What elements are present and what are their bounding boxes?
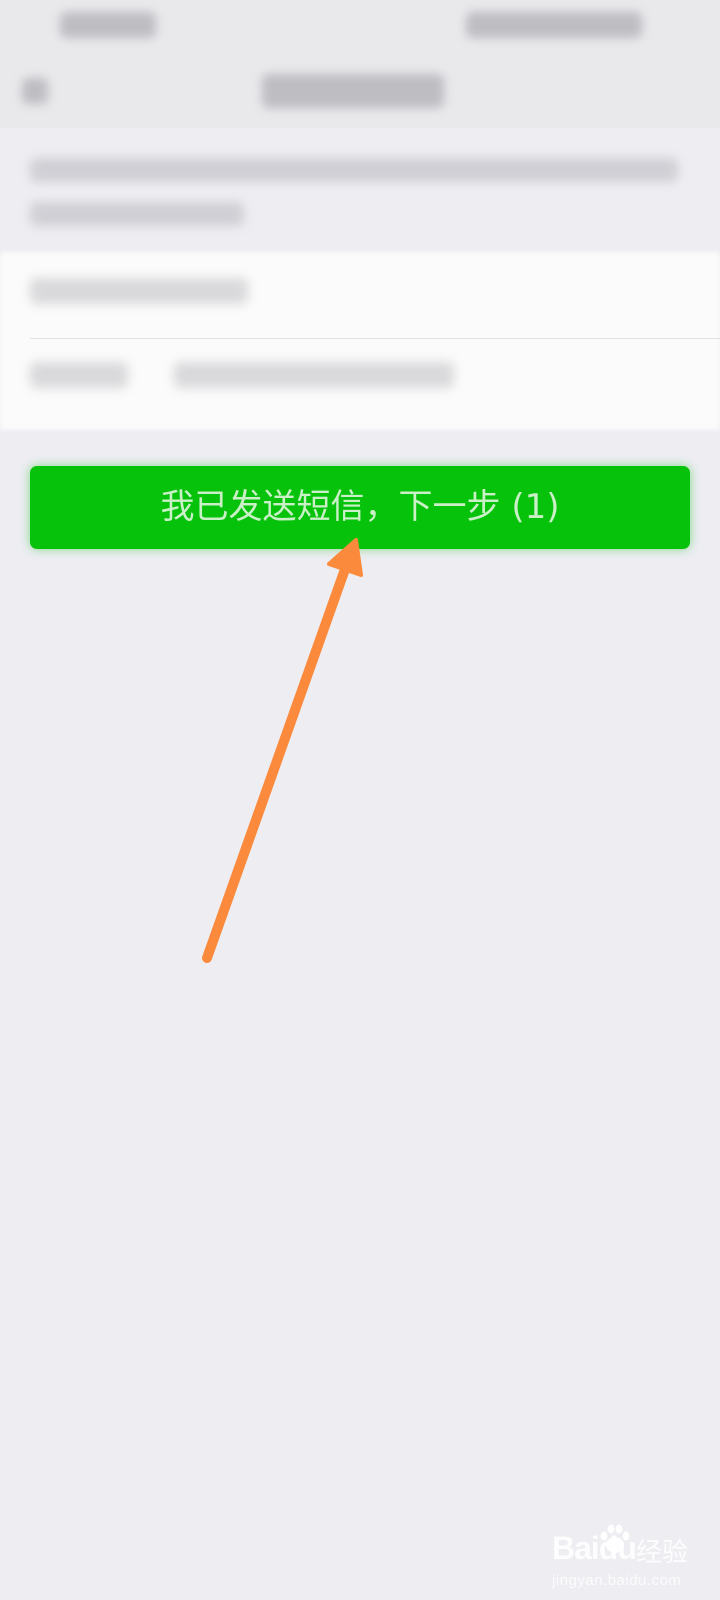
close-icon[interactable]: [22, 78, 48, 104]
instruction-text-blurred: [0, 128, 720, 246]
blurred-carrier-info: [60, 12, 156, 38]
form-divider: [30, 338, 720, 339]
watermark-domain: jingyan.baidu.com: [552, 1572, 682, 1589]
blurred-status-icons: [466, 12, 642, 38]
send-to-number-blurred: [174, 362, 454, 388]
page-title-blurred: [262, 74, 444, 108]
sms-content-field-blurred: [30, 278, 248, 304]
navigation-bar: [0, 56, 720, 128]
paw-icon: [600, 1524, 630, 1553]
sent-sms-next-button[interactable]: 我已发送短信，下一步 (1): [30, 466, 690, 549]
sms-info-card: [0, 252, 720, 430]
baidu-jingyan-watermark: Baidu 经验 jingyan.baidu.com: [552, 1522, 712, 1592]
send-to-label-blurred: [30, 362, 128, 388]
watermark-name: 经验: [636, 1538, 689, 1568]
status-bar: [0, 0, 720, 56]
